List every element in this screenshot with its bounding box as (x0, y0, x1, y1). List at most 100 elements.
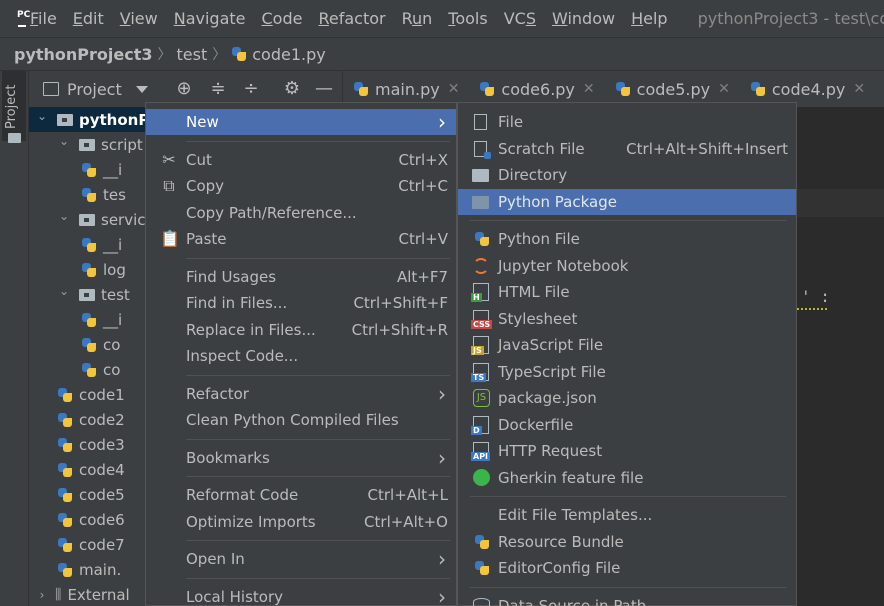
python-file-icon (57, 437, 73, 453)
menu-item-package-json[interactable]: JS package.json (458, 385, 796, 411)
library-icon: ⫼ (55, 586, 62, 603)
menu-item-data-source-in-path[interactable]: Data Source in Path (458, 593, 796, 606)
menu-item-label: JavaScript File (498, 336, 604, 354)
tree-item[interactable]: code3 (57, 432, 125, 457)
tree-item[interactable]: ⌄ script (57, 132, 143, 157)
menu-item-scratch-file[interactable]: Scratch File Ctrl+Alt+Shift+Insert (458, 136, 796, 162)
close-icon[interactable]: ✕ (448, 81, 460, 97)
menu-vcs[interactable]: VCS (496, 0, 544, 37)
menu-item-file[interactable]: File (458, 109, 796, 135)
menu-item-inspect-code[interactable]: Inspect Code... (146, 343, 456, 369)
menu-item-editorconfig-file[interactable]: EditorConfig File (458, 555, 796, 581)
menu-item-stylesheet[interactable]: CSS Stylesheet (458, 306, 796, 332)
menu-window[interactable]: Window (544, 0, 623, 37)
project-tool-label: Project (4, 84, 19, 129)
tree-item[interactable]: main. (57, 557, 121, 582)
menu-help[interactable]: Help (623, 0, 675, 37)
chevron-down-icon[interactable]: ⌄ (35, 109, 49, 123)
menu-item-bookmarks[interactable]: Bookmarks › (146, 445, 456, 471)
left-tool-stripe: Project (0, 71, 29, 606)
menu-item-refactor[interactable]: Refactor › (146, 381, 456, 407)
tree-item[interactable]: code4 (57, 457, 125, 482)
tree-item[interactable]: ⌄ servic (57, 207, 146, 232)
breadcrumb-folder[interactable]: test (177, 45, 208, 64)
tree-item[interactable]: log (81, 257, 126, 282)
tree-item[interactable]: › ⫼ External (35, 582, 130, 606)
resource-bundle-icon (474, 534, 490, 550)
chevron-down-icon[interactable]: ⌄ (57, 209, 71, 223)
menu-item-new[interactable]: New › (146, 109, 456, 135)
menu-item-dockerfile[interactable]: D Dockerfile (458, 412, 796, 438)
menu-view[interactable]: View (112, 0, 166, 37)
tree-item[interactable]: code2 (57, 407, 125, 432)
close-icon[interactable]: ✕ (718, 81, 730, 97)
chevron-down-icon[interactable]: ⌄ (57, 284, 71, 298)
chevron-down-icon[interactable]: ⌄ (57, 134, 71, 148)
menu-code[interactable]: Code (254, 0, 311, 37)
tree-item-label: tes (103, 185, 126, 204)
project-tool-button[interactable]: Project (2, 71, 26, 141)
tree-item[interactable]: __i (81, 307, 122, 332)
js-file-icon: JS (471, 336, 489, 355)
close-icon[interactable]: ✕ (583, 81, 595, 97)
menu-item-clean-python-compiled-files[interactable]: Clean Python Compiled Files (146, 407, 456, 433)
locate-file-icon[interactable]: ⊕ (174, 79, 194, 99)
menu-tools[interactable]: Tools (440, 0, 495, 37)
menu-item-http-request[interactable]: API HTTP Request (458, 438, 796, 464)
tree-item[interactable]: code5 (57, 482, 125, 507)
menu-item-find-in-files[interactable]: Find in Files... Ctrl+Shift+F (146, 290, 456, 316)
tree-item[interactable]: co (81, 357, 120, 382)
menu-run[interactable]: Run (394, 0, 441, 37)
menu-item-copy-path-reference[interactable]: Copy Path/Reference... (146, 200, 456, 226)
menu-edit[interactable]: Edit (65, 0, 112, 37)
chevron-down-icon[interactable] (135, 85, 148, 93)
python-file-icon (479, 81, 495, 97)
expand-all-icon[interactable]: ≑ (208, 79, 228, 99)
menu-item-label: TypeScript File (498, 362, 606, 381)
project-panel-title[interactable]: Project (67, 80, 122, 99)
menu-item-html-file[interactable]: H HTML File (458, 279, 796, 305)
menu-refactor[interactable]: Refactor (310, 0, 393, 37)
tree-item[interactable]: code6 (57, 507, 125, 532)
gear-icon[interactable]: ⚙ (282, 79, 302, 99)
hide-panel-icon[interactable]: — (314, 79, 334, 99)
collapse-all-icon[interactable]: ÷ (241, 79, 261, 99)
menu-item-python-package[interactable]: Python Package (458, 188, 796, 215)
menu-item-cut[interactable]: ✂ Cut Ctrl+X (146, 147, 456, 173)
tree-item[interactable]: code7 (57, 532, 125, 557)
tree-item[interactable]: code1 (57, 382, 125, 407)
breadcrumb-file[interactable]: code1.py (252, 45, 325, 64)
menu-item-python-file[interactable]: Python File (458, 226, 796, 252)
code-editor[interactable]: ' : (797, 107, 884, 606)
current-line-highlight (797, 189, 884, 217)
tab-overflow[interactable] (875, 71, 884, 107)
menu-item-paste[interactable]: 📋 Paste Ctrl+V (146, 226, 456, 252)
menu-item-shortcut: Ctrl+X (398, 150, 448, 169)
menu-item-typescript-file[interactable]: TS TypeScript File (458, 359, 796, 385)
menu-item-jupyter-notebook[interactable]: Jupyter Notebook (458, 253, 796, 279)
menu-item-copy[interactable]: ⧉ Copy Ctrl+C (146, 173, 456, 199)
menu-item-open-in[interactable]: Open In › (146, 546, 456, 572)
menu-item-edit-file-templates[interactable]: Edit File Templates... (458, 502, 796, 528)
python-file-icon (81, 162, 97, 178)
chevron-right-icon[interactable]: › (35, 588, 49, 602)
menu-item-replace-in-files[interactable]: Replace in Files... Ctrl+Shift+R (146, 317, 456, 343)
menu-item-javascript-file[interactable]: JS JavaScript File (458, 332, 796, 358)
tree-item[interactable]: ⌄ pythonP (35, 107, 149, 132)
menu-item-gherkin-feature-file[interactable]: Gherkin feature file (458, 465, 796, 491)
tree-item[interactable]: __i (81, 232, 122, 257)
tree-item[interactable]: co (81, 332, 120, 357)
tree-item[interactable]: ⌄ test (57, 282, 130, 307)
menu-item-local-history[interactable]: Local History › (146, 584, 456, 606)
menu-item-optimize-imports[interactable]: Optimize Imports Ctrl+Alt+O (146, 509, 456, 535)
menu-item-shortcut: Alt+F7 (396, 267, 448, 286)
menu-item-reformat-code[interactable]: Reformat Code Ctrl+Alt+L (146, 482, 456, 508)
menu-item-find-usages[interactable]: Find Usages Alt+F7 (146, 264, 456, 290)
menu-navigate[interactable]: Navigate (166, 0, 254, 37)
menu-item-directory[interactable]: Directory (458, 162, 796, 188)
close-icon[interactable]: ✕ (853, 81, 865, 97)
tree-item[interactable]: __i (81, 157, 122, 182)
breadcrumb-project[interactable]: pythonProject3 (14, 45, 153, 64)
tree-item[interactable]: tes (81, 182, 126, 207)
menu-item-resource-bundle[interactable]: Resource Bundle (458, 529, 796, 555)
